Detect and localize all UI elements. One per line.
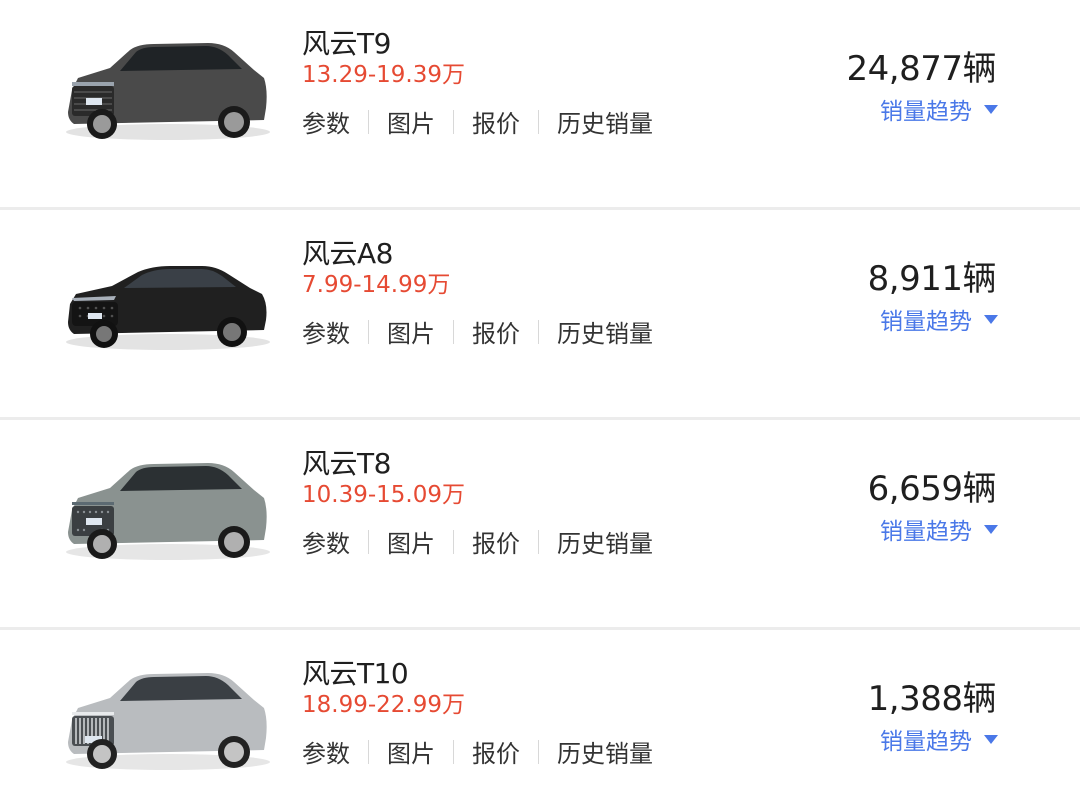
photos-link[interactable]: 图片 bbox=[387, 104, 435, 139]
car-image-fengyun-t9[interactable] bbox=[58, 28, 272, 148]
car-image-fengyun-t10[interactable] bbox=[58, 658, 272, 778]
caret-down-icon bbox=[984, 104, 998, 114]
sales-trend-toggle[interactable]: 销量趋势 bbox=[847, 92, 998, 126]
sales-trend-toggle[interactable]: 销量趋势 bbox=[868, 722, 998, 756]
car-row-fengyun-t8[interactable]: 风云T8 10.39-15.09万 参数 图片 报价 历史销量 6,659辆 销… bbox=[0, 420, 1080, 630]
car-price: 7.99-14.99万 bbox=[302, 272, 451, 298]
sales-history-link[interactable]: 历史销量 bbox=[557, 734, 653, 769]
car-image-fengyun-t8[interactable] bbox=[58, 448, 272, 568]
params-link[interactable]: 参数 bbox=[302, 104, 350, 139]
car-price: 13.29-19.39万 bbox=[302, 62, 465, 88]
car-price: 18.99-22.99万 bbox=[302, 692, 465, 718]
sales-trend-toggle[interactable]: 销量趋势 bbox=[868, 302, 998, 336]
sales-block: 1,388辆 销量趋势 bbox=[867, 678, 998, 756]
sales-trend-toggle[interactable]: 销量趋势 bbox=[868, 512, 998, 546]
car-row-fengyun-a8[interactable]: 风云A8 7.99-14.99万 参数 图片 报价 历史销量 8,911辆 销量… bbox=[0, 210, 1080, 420]
photos-link[interactable]: 图片 bbox=[387, 314, 435, 349]
car-links: 参数 图片 报价 历史销量 bbox=[302, 524, 653, 559]
sales-trend-label: 销量趋势 bbox=[880, 309, 972, 335]
sales-history-link[interactable]: 历史销量 bbox=[557, 524, 653, 559]
car-links: 参数 图片 报价 历史销量 bbox=[302, 104, 653, 139]
sales-history-link[interactable]: 历史销量 bbox=[557, 314, 653, 349]
sales-block: 24,877辆 销量趋势 bbox=[846, 48, 998, 126]
car-info: 风云T8 10.39-15.09万 参数 图片 报价 历史销量 bbox=[302, 446, 653, 559]
car-sales-list: 风云T9 13.29-19.39万 参数 图片 报价 历史销量 24,877辆 … bbox=[0, 0, 1080, 806]
link-divider bbox=[538, 109, 539, 134]
link-divider bbox=[538, 739, 539, 764]
sales-block: 8,911辆 销量趋势 bbox=[867, 258, 998, 336]
link-divider bbox=[368, 109, 369, 134]
sales-trend-label: 销量趋势 bbox=[880, 519, 972, 545]
link-divider bbox=[538, 319, 539, 344]
sales-history-link[interactable]: 历史销量 bbox=[557, 104, 653, 139]
caret-down-icon bbox=[984, 314, 998, 324]
photos-link[interactable]: 图片 bbox=[387, 734, 435, 769]
sales-block: 6,659辆 销量趋势 bbox=[867, 468, 998, 546]
car-row-fengyun-t10[interactable]: 风云T10 18.99-22.99万 参数 图片 报价 历史销量 1,388辆 … bbox=[0, 630, 1080, 806]
params-link[interactable]: 参数 bbox=[302, 314, 350, 349]
car-links: 参数 图片 报价 历史销量 bbox=[302, 734, 653, 769]
link-divider bbox=[453, 739, 454, 764]
link-divider bbox=[368, 739, 369, 764]
caret-down-icon bbox=[984, 524, 998, 534]
caret-down-icon bbox=[984, 734, 998, 744]
photos-link[interactable]: 图片 bbox=[387, 524, 435, 559]
link-divider bbox=[368, 319, 369, 344]
sales-count: 8,911辆 bbox=[867, 259, 997, 299]
car-name[interactable]: 风云T9 bbox=[302, 26, 653, 62]
car-name[interactable]: 风云A8 bbox=[302, 236, 653, 272]
car-price: 10.39-15.09万 bbox=[302, 482, 465, 508]
params-link[interactable]: 参数 bbox=[302, 524, 350, 559]
car-name[interactable]: 风云T10 bbox=[302, 656, 653, 692]
sales-count: 24,877辆 bbox=[846, 49, 997, 89]
link-divider bbox=[453, 529, 454, 554]
quote-link[interactable]: 报价 bbox=[472, 524, 520, 559]
quote-link[interactable]: 报价 bbox=[472, 734, 520, 769]
link-divider bbox=[453, 319, 454, 344]
car-links: 参数 图片 报价 历史销量 bbox=[302, 314, 653, 349]
link-divider bbox=[538, 529, 539, 554]
sales-count: 6,659辆 bbox=[867, 469, 997, 509]
car-info: 风云A8 7.99-14.99万 参数 图片 报价 历史销量 bbox=[302, 236, 653, 349]
car-row-fengyun-t9[interactable]: 风云T9 13.29-19.39万 参数 图片 报价 历史销量 24,877辆 … bbox=[0, 0, 1080, 210]
quote-link[interactable]: 报价 bbox=[472, 314, 520, 349]
car-image-fengyun-a8[interactable] bbox=[58, 238, 272, 358]
params-link[interactable]: 参数 bbox=[302, 734, 350, 769]
quote-link[interactable]: 报价 bbox=[472, 104, 520, 139]
sales-trend-label: 销量趋势 bbox=[880, 99, 972, 125]
sales-trend-label: 销量趋势 bbox=[880, 729, 972, 755]
sales-count: 1,388辆 bbox=[867, 679, 997, 719]
car-info: 风云T9 13.29-19.39万 参数 图片 报价 历史销量 bbox=[302, 26, 653, 139]
car-info: 风云T10 18.99-22.99万 参数 图片 报价 历史销量 bbox=[302, 656, 653, 769]
link-divider bbox=[453, 109, 454, 134]
link-divider bbox=[368, 529, 369, 554]
car-name[interactable]: 风云T8 bbox=[302, 446, 653, 482]
